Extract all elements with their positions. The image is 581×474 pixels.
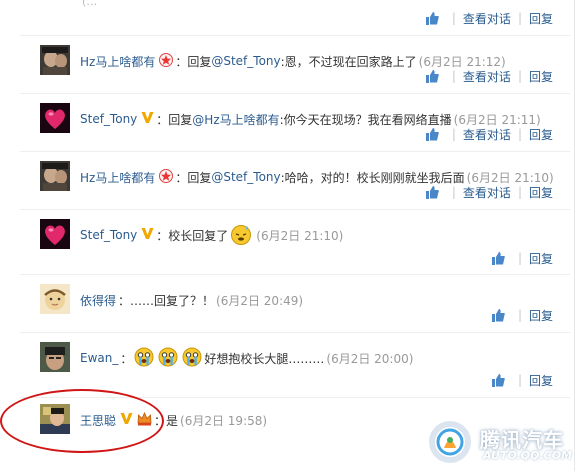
tencent-auto-watermark: 腾讯汽车 AUTO.QQ.COM	[420, 414, 580, 471]
comment-text: ：	[120, 351, 133, 366]
mention-link[interactable]: @Hz马上啥都有	[192, 111, 279, 128]
divider: |	[451, 185, 456, 199]
reply-link[interactable]: 回复	[529, 184, 553, 201]
username-link[interactable]: Stef_Tony	[80, 112, 137, 126]
star-icon	[159, 168, 174, 186]
separator	[20, 397, 570, 398]
comment-actions: | 回复	[491, 372, 553, 389]
divider: |	[517, 11, 522, 25]
mention-link[interactable]: @Stef_Tony	[211, 170, 280, 184]
thumbs-up-icon[interactable]	[425, 127, 439, 141]
watermark-url: AUTO.QQ.COM	[483, 449, 572, 462]
separator	[20, 332, 570, 333]
view-conversation-link[interactable]: 查看对话	[463, 126, 511, 143]
comment-text: ：……回复了？！	[118, 293, 215, 308]
comment-text: :你今天在现场？我在看网络直播	[279, 112, 452, 127]
comment-text: ：回复	[175, 54, 212, 69]
comment-body: 依得得 ：……回复了？！ (6月2日 20:49)	[80, 291, 303, 309]
view-conversation-link[interactable]: 查看对话	[463, 184, 511, 201]
comment-body: 王思聪 ：是 (6月2日 19:58)	[80, 411, 267, 429]
thumbs-up-icon[interactable]	[491, 373, 505, 387]
comment-body: Ewan_ ： 好想抱校长大腿……… (6月2日 20:00)	[80, 347, 414, 370]
timestamp: (6月2日 20:00)	[326, 351, 414, 366]
view-conversation-link[interactable]: 查看对话	[463, 10, 511, 27]
comment-actions: | 回复	[491, 250, 553, 267]
vip-v-icon	[141, 227, 154, 243]
comment-text: ：回复	[175, 170, 212, 185]
clipped-text: (…	[82, 0, 98, 8]
divider: |	[517, 185, 522, 199]
timestamp: (6月2日 19:58)	[180, 413, 268, 428]
vip-v-icon	[120, 412, 133, 428]
comment-actions: | 回复	[491, 307, 553, 324]
username-link[interactable]: Stef_Tony	[80, 228, 137, 242]
reply-link[interactable]: 回复	[529, 68, 553, 85]
star-icon	[159, 52, 174, 70]
comment-body: Stef_Tony ：校长回复了 (6月2日 21:10)	[80, 224, 344, 245]
separator	[20, 151, 570, 152]
avatar-hz[interactable]	[40, 45, 70, 75]
avatar-ewan[interactable]	[40, 342, 70, 372]
comment-actions: | 查看对话 | 回复	[425, 10, 553, 27]
divider: |	[517, 251, 522, 265]
separator	[20, 35, 570, 36]
avatar-wang-sicong[interactable]	[40, 404, 70, 434]
avatar-hz[interactable]	[40, 161, 70, 191]
username-link[interactable]: 王思聪	[80, 412, 116, 429]
comment-text: ：回复	[156, 112, 193, 127]
divider: |	[517, 69, 522, 83]
comment-text: 好想抱校长大腿………	[204, 351, 325, 366]
crown-badge-icon	[137, 411, 152, 429]
comment-text: ：是	[154, 413, 179, 428]
avatar-stef-tony[interactable]	[40, 103, 70, 133]
reply-link[interactable]: 回复	[529, 10, 553, 27]
view-conversation-link[interactable]: 查看对话	[463, 68, 511, 85]
divider: |	[451, 69, 456, 83]
thumbs-up-icon[interactable]	[491, 308, 505, 322]
reply-link[interactable]: 回复	[529, 250, 553, 267]
avatar-stef-tony[interactable]	[40, 219, 70, 249]
thumbs-up-icon[interactable]	[425, 185, 439, 199]
thumbs-up-icon[interactable]	[425, 69, 439, 83]
timestamp: (6月2日 20:49)	[216, 293, 304, 308]
comment-text: :哈哈，对的！校长刚刚就坐我后面	[280, 170, 465, 185]
separator	[20, 209, 570, 210]
vip-v-icon	[141, 111, 154, 127]
crying-emoji-icon	[182, 347, 202, 370]
separator	[20, 274, 570, 275]
sweat-emoji-icon	[230, 223, 252, 248]
list-border	[574, 0, 575, 471]
reply-link[interactable]: 回复	[529, 126, 553, 143]
avatar-yidede[interactable]	[40, 284, 70, 314]
thumbs-up-icon[interactable]	[425, 11, 439, 25]
separator	[20, 93, 570, 94]
divider: |	[517, 127, 522, 141]
comment-actions: | 查看对话 | 回复	[425, 68, 553, 85]
username-link[interactable]: Ewan_	[80, 351, 118, 365]
comment-list: (… | 查看对话 | 回复 Hz马上啥都有 ：回复 @Stef_Tony :恩…	[20, 0, 575, 471]
reply-link[interactable]: 回复	[529, 372, 553, 389]
divider: |	[451, 127, 456, 141]
divider: |	[517, 308, 522, 322]
comment-text: :恩，不过现在回家路上了	[280, 54, 417, 69]
timestamp: (6月2日 21:10)	[256, 228, 344, 243]
reply-link[interactable]: 回复	[529, 307, 553, 324]
thumbs-up-icon[interactable]	[491, 251, 505, 265]
comment-actions: | 查看对话 | 回复	[425, 126, 553, 143]
mention-link[interactable]: @Stef_Tony	[211, 54, 280, 68]
username-link[interactable]: 依得得	[80, 292, 116, 309]
divider: |	[517, 373, 522, 387]
username-link[interactable]: Hz马上啥都有	[80, 53, 155, 70]
comment-actions: | 查看对话 | 回复	[425, 184, 553, 201]
username-link[interactable]: Hz马上啥都有	[80, 169, 155, 186]
crying-emoji-icon	[134, 347, 154, 370]
divider: |	[451, 11, 456, 25]
crying-emoji-icon	[158, 347, 178, 370]
comment-text: ：校长回复了	[156, 228, 229, 243]
